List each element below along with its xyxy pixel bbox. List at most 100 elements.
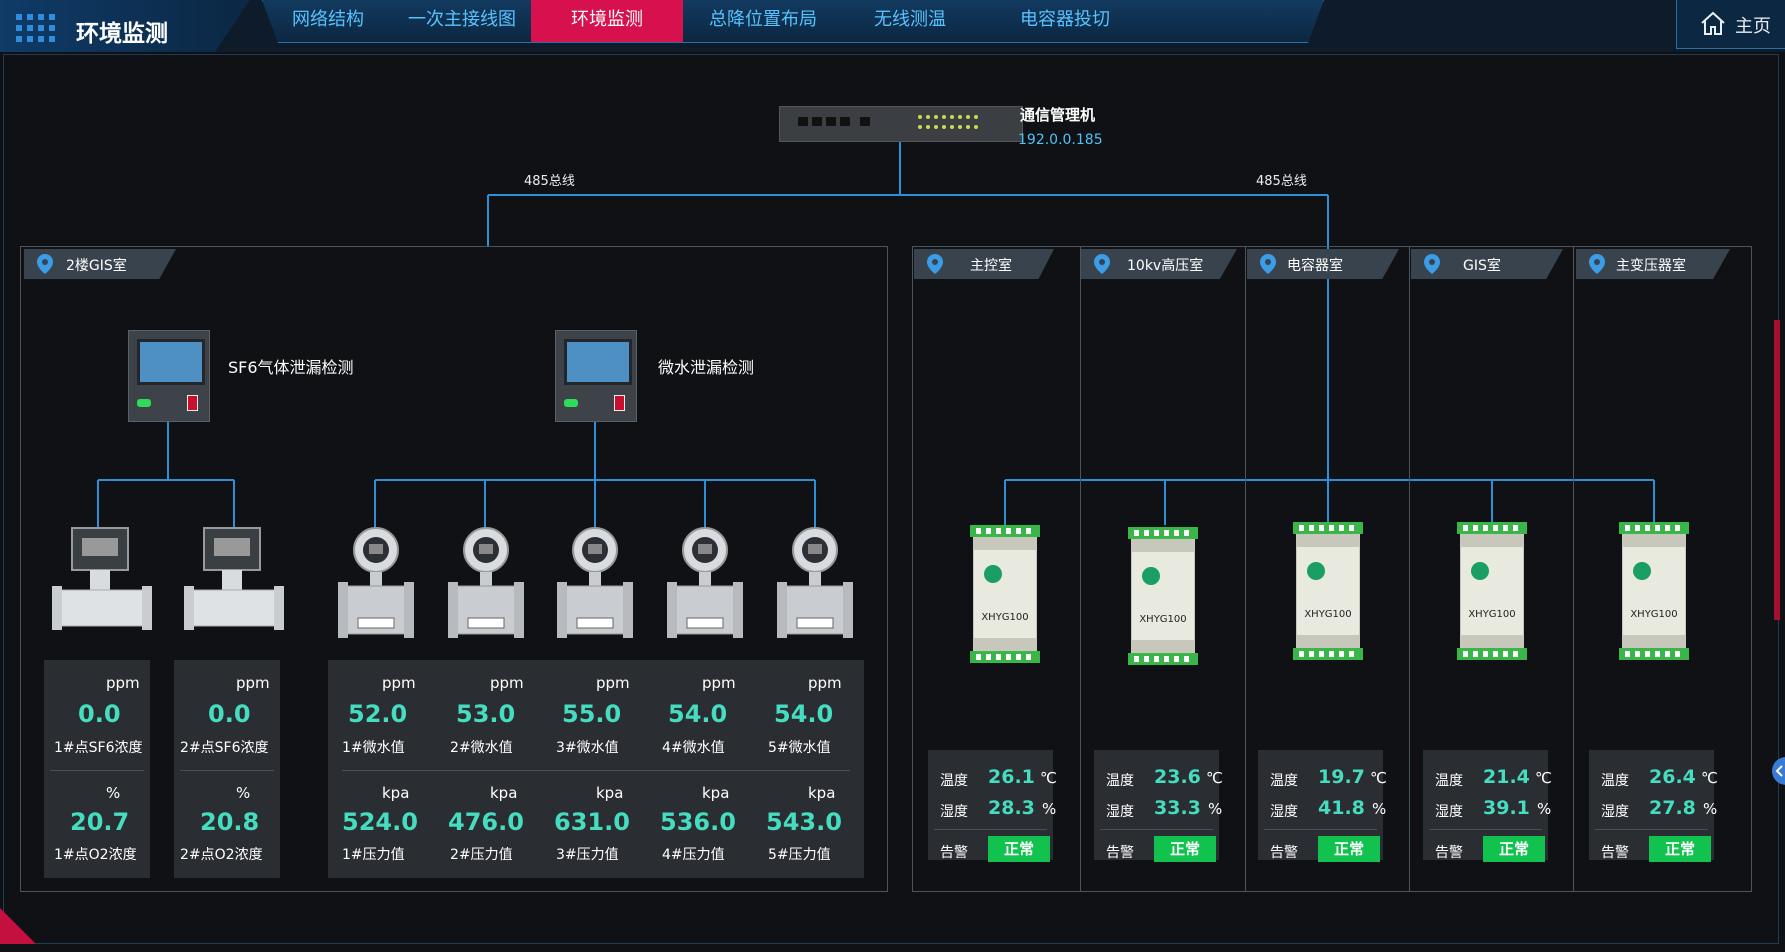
temp-unit: ℃	[1370, 769, 1387, 787]
status-led-icon	[1633, 562, 1651, 580]
humidity-value: 27.8	[1649, 797, 1696, 819]
temp-label: 温度	[940, 773, 968, 789]
kpa-value: 543.0	[766, 808, 842, 836]
flowmeter-sensor-icon[interactable]	[667, 526, 743, 644]
room-reading-card: 温度 21.4 ℃ 湿度 39.1 % 告警 正常	[1423, 750, 1552, 862]
room-reading-card: 温度 23.6 ℃ 湿度 33.3 % 告警 正常	[1094, 750, 1223, 862]
ppm-value: 52.0	[348, 700, 408, 728]
status-led-icon	[984, 565, 1002, 583]
alarm-status-badge[interactable]: 正常	[1483, 836, 1545, 862]
room-name: 主控室	[970, 258, 1012, 274]
controller-screen	[564, 339, 632, 385]
divider	[1080, 247, 1081, 891]
temp-value: 26.4	[1649, 766, 1696, 788]
location-tag-room: GIS室	[1411, 249, 1563, 279]
room-name: 电容器室	[1287, 258, 1343, 274]
micro-water-card: ppm 52.0 1#微水值 kpa 524.0 1#压力值 ppm 53.0 …	[328, 660, 864, 878]
ppm-value: 53.0	[456, 700, 516, 728]
flowmeter-sensor-icon[interactable]	[338, 526, 414, 644]
sf6-value: 0.0	[78, 700, 121, 728]
ppm-unit: ppm	[808, 674, 842, 692]
location-tag-gis: 2楼GIS室	[24, 249, 176, 279]
switch-name: 通信管理机	[1020, 106, 1096, 124]
humidity-unit: %	[1703, 800, 1718, 818]
temp-unit: ℃	[1701, 769, 1718, 787]
temp-humidity-sensor[interactable]: XHYG100	[1128, 527, 1198, 665]
sf6-controller-device[interactable]	[128, 330, 210, 422]
kpa-unit: kpa	[596, 784, 624, 802]
humidity-unit: %	[1042, 800, 1057, 818]
kpa-value: 476.0	[448, 808, 524, 836]
communication-manager-device[interactable]	[779, 106, 1023, 142]
status-led-icon	[1142, 567, 1160, 585]
alarm-status-badge[interactable]: 正常	[1318, 836, 1380, 862]
o2-label: 2#点O2浓度	[180, 847, 263, 863]
divider	[342, 770, 850, 771]
temp-humidity-sensor[interactable]: XHYG100	[1457, 522, 1527, 660]
temp-humidity-sensor[interactable]: XHYG100	[970, 525, 1040, 663]
sf6-unit: ppm	[106, 674, 140, 692]
sf6-label: 2#点SF6浓度	[180, 740, 269, 756]
location-pin-icon	[1424, 254, 1440, 274]
humidity-unit: %	[1208, 800, 1223, 818]
room-name: 主变压器室	[1616, 258, 1686, 274]
temp-unit: ℃	[1535, 769, 1552, 787]
humidity-unit: %	[1372, 800, 1387, 818]
humidity-label: 湿度	[1106, 804, 1134, 820]
switch-icon	[187, 395, 198, 411]
temp-humidity-sensor[interactable]: XHYG100	[1293, 522, 1363, 660]
kpa-unit: kpa	[382, 784, 410, 802]
temp-unit: ℃	[1206, 769, 1223, 787]
flowmeter-sensor-icon[interactable]	[448, 526, 524, 644]
room-reading-card: 温度 19.7 ℃ 湿度 41.8 % 告警 正常	[1258, 750, 1387, 862]
micro-water-controller-device[interactable]	[555, 330, 637, 422]
sf6-sensor-icon[interactable]	[184, 526, 284, 638]
temp-humidity-sensor[interactable]: XHYG100	[1619, 522, 1689, 660]
location-tag-room: 电容器室	[1247, 249, 1399, 279]
ppm-unit: ppm	[596, 674, 630, 692]
o2-label: 1#点O2浓度	[54, 847, 137, 863]
controller-screen	[137, 339, 205, 385]
ppm-value: 55.0	[562, 700, 622, 728]
humidity-value: 39.1	[1483, 797, 1530, 819]
location-pin-icon	[1094, 254, 1110, 274]
status-led-icon	[1471, 562, 1489, 580]
sensor-model: XHYG100	[1304, 609, 1352, 620]
room-reading-card: 温度 26.1 ℃ 湿度 28.3 % 告警 正常	[928, 750, 1057, 862]
kpa-value: 524.0	[342, 808, 418, 836]
temp-unit: ℃	[1040, 769, 1057, 787]
ppm-value: 54.0	[774, 700, 834, 728]
sf6-detector-label: SF6气体泄漏检测	[228, 358, 354, 377]
ppm-value: 54.0	[668, 700, 728, 728]
ppm-unit: ppm	[702, 674, 736, 692]
sf6-label: 1#点SF6浓度	[54, 740, 143, 756]
humidity-value: 33.3	[1154, 797, 1201, 819]
alarm-status-badge[interactable]: 正常	[1649, 836, 1711, 862]
divider	[1264, 829, 1377, 830]
ppm-label: 2#微水值	[450, 740, 513, 756]
temp-label: 温度	[1601, 773, 1629, 789]
alarm-status-badge[interactable]: 正常	[1154, 836, 1216, 862]
temp-value: 26.1	[988, 766, 1035, 788]
location-pin-icon	[927, 254, 943, 274]
bus-label-left: 485总线	[524, 174, 575, 189]
temp-label: 温度	[1106, 773, 1134, 789]
divider	[1100, 829, 1213, 830]
sf6-sensor-icon[interactable]	[52, 526, 152, 638]
room-name: GIS室	[1463, 258, 1501, 274]
ppm-label: 3#微水值	[556, 740, 619, 756]
flowmeter-sensor-icon[interactable]	[777, 526, 853, 644]
ppm-unit: ppm	[490, 674, 524, 692]
location-tag-room: 主变压器室	[1576, 249, 1730, 279]
room-name: 10kv高压室	[1127, 258, 1204, 274]
location-pin-icon	[37, 254, 53, 274]
alarm-status-badge[interactable]: 正常	[988, 836, 1050, 862]
divider	[934, 829, 1047, 830]
ppm-unit: ppm	[382, 674, 416, 692]
alarm-label: 告警	[940, 845, 968, 861]
divider	[50, 770, 144, 771]
divider	[1595, 829, 1708, 830]
temp-value: 21.4	[1483, 766, 1530, 788]
flowmeter-sensor-icon[interactable]	[557, 526, 633, 644]
humidity-label: 湿度	[1435, 804, 1463, 820]
